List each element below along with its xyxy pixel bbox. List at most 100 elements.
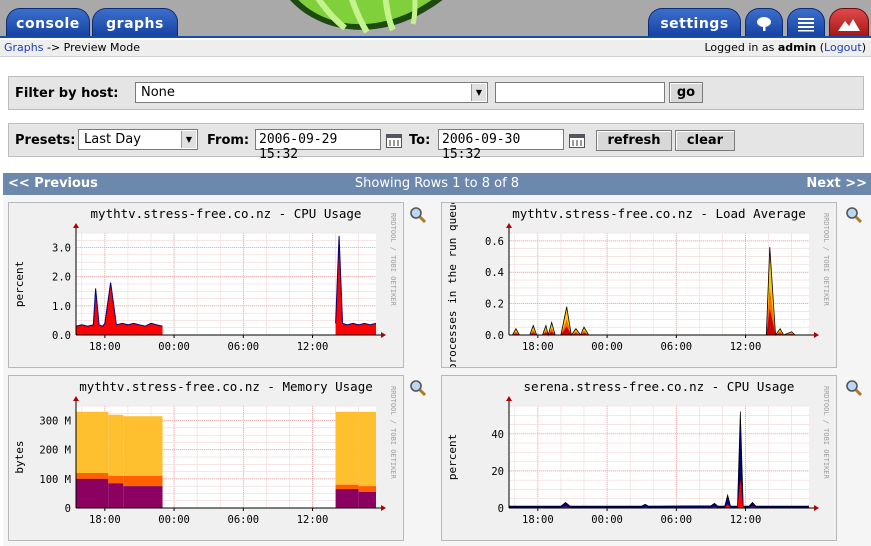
memory-buffers-bar (123, 475, 163, 487)
y-tick-label: 2.0 (52, 272, 71, 284)
pager-status: Showing Rows 1 to 8 of 8 (354, 176, 520, 191)
graph-image: mythtv.stress-free.co.nz - Load Average R… (446, 198, 830, 370)
breadcrumb-current: Preview Mode (63, 41, 140, 54)
memory-used-bar (76, 478, 109, 508)
host-text-input[interactable] (495, 82, 665, 103)
x-tick-label: 06:00 (228, 514, 260, 526)
x-tick-label: 06:00 (661, 341, 693, 353)
y-tick-label: 1.0 (52, 301, 71, 313)
x-tick-label: 00:00 (158, 514, 190, 526)
from-date-input[interactable]: 2006-09-29 15:32 (255, 129, 381, 162)
from-calendar-icon[interactable] (386, 134, 402, 148)
graph-watermark: RRDTOOL / TOBI OETIKER (389, 386, 397, 480)
to-calendar-icon[interactable] (569, 134, 585, 148)
graph-title: mythtv.stress-free.co.nz - Memory Usage (79, 379, 373, 394)
to-date-input[interactable]: 2006-09-30 15:32 (438, 129, 564, 162)
zoom-icon[interactable] (845, 379, 863, 397)
graph-image: mythtv.stress-free.co.nz - Memory Usage R… (13, 379, 397, 526)
pager-bar: << Previous Showing Rows 1 to 8 of 8 Nex… (3, 173, 871, 195)
clear-button[interactable]: clear (675, 130, 735, 151)
top-header: console graphs settings (0, 0, 871, 38)
tab-tree-view[interactable] (745, 8, 783, 36)
y-axis-arrow (73, 396, 79, 401)
tab-list-view[interactable] (787, 8, 825, 36)
from-label: From: (207, 133, 250, 148)
x-axis-arrow (381, 505, 386, 511)
graph-ylabel: percent (13, 261, 26, 307)
memory-used-bar (358, 491, 376, 508)
tab-graphs[interactable]: graphs (92, 8, 178, 36)
memory-buffers-bar (358, 486, 376, 492)
plot-background (509, 406, 809, 508)
tab-preview-view[interactable] (829, 8, 869, 36)
y-axis-arrow (506, 396, 512, 401)
breadcrumb-graphs-link[interactable]: Graphs (4, 41, 43, 54)
graph-image: mythtv.stress-free.co.nz - CPU Usage RRDT… (13, 206, 397, 353)
zoom-icon[interactable] (409, 379, 427, 397)
memory-cached-bar (358, 411, 376, 487)
y-tick-label: 0.0 (485, 330, 504, 342)
graph-card[interactable]: mythtv.stress-free.co.nz - Memory Usage R… (8, 375, 404, 541)
cacti-logo-leaf-icon (290, 0, 443, 34)
breadcrumb: Graphs -> Preview Mode (4, 41, 140, 54)
x-tick-label: 18:00 (89, 514, 121, 526)
x-tick-label: 12:00 (730, 341, 762, 353)
x-tick-label: 18:00 (89, 341, 121, 353)
graph-card[interactable]: mythtv.stress-free.co.nz - Load Average R… (441, 198, 837, 370)
host-select[interactable]: None ▼ (135, 82, 488, 103)
graph-card[interactable]: mythtv.stress-free.co.nz - CPU Usage RRDT… (8, 202, 404, 368)
x-tick-label: 12:00 (297, 341, 329, 353)
y-tick-label: 0.6 (485, 236, 504, 248)
graph-image: serena.stress-free.co.nz - CPU Usage RRDT… (446, 379, 830, 526)
graph-ylabel: bytes (13, 440, 26, 473)
tab-console[interactable]: console (6, 8, 90, 36)
memory-used-bar (123, 486, 163, 508)
graph-watermark: RRDTOOL / TOBI OETIKER (822, 386, 830, 480)
graph-title: mythtv.stress-free.co.nz - CPU Usage (91, 206, 362, 221)
graph-watermark: RRDTOOL / TOBI OETIKER (822, 213, 830, 307)
x-tick-label: 12:00 (730, 514, 762, 526)
y-tick-label: 0 (498, 503, 504, 515)
zoom-icon[interactable] (845, 206, 863, 224)
y-tick-label: 100 M (39, 474, 71, 486)
memory-buffers-bar (108, 475, 124, 484)
chevron-down-icon: ▼ (471, 84, 486, 101)
breadcrumb-separator: -> (46, 41, 61, 54)
y-tick-label: 3.0 (52, 243, 71, 255)
chevron-down-icon: ▼ (181, 131, 196, 148)
presets-select[interactable]: Last Day ▼ (78, 129, 198, 150)
x-axis-arrow (381, 332, 386, 338)
breadcrumb-bar: Graphs -> Preview Mode Logged in as admi… (0, 40, 871, 57)
zoom-icon[interactable] (409, 206, 427, 224)
graph-title: mythtv.stress-free.co.nz - Load Average (512, 206, 806, 221)
graph-ylabel: processes in the run queue (446, 203, 459, 367)
list-icon (798, 17, 814, 31)
tab-settings[interactable]: settings (648, 8, 741, 36)
y-tick-label: 0 (65, 503, 71, 515)
y-tick-label: 0.4 (485, 267, 504, 279)
x-tick-label: 18:00 (522, 341, 554, 353)
x-tick-label: 06:00 (228, 341, 260, 353)
memory-cached-bar (108, 414, 124, 476)
next-page-link[interactable]: Next >> (806, 176, 867, 191)
y-tick-label: 200 M (39, 445, 71, 457)
y-axis-arrow (506, 223, 512, 228)
graph-ylabel: percent (446, 434, 459, 480)
y-tick-label: 0.0 (52, 330, 71, 342)
go-button[interactable]: go (669, 82, 703, 103)
x-tick-label: 06:00 (661, 514, 693, 526)
logout-link[interactable]: Logout (824, 41, 862, 54)
y-tick-label: 300 M (39, 416, 71, 428)
refresh-button[interactable]: refresh (596, 130, 672, 151)
presets-label: Presets: (15, 133, 76, 148)
memory-buffers-bar (76, 473, 109, 479)
y-tick-label: 40 (491, 429, 504, 441)
login-username: admin (777, 41, 817, 54)
x-tick-label: 00:00 (591, 514, 623, 526)
host-filter-label: Filter by host: (15, 86, 119, 101)
graph-title: serena.stress-free.co.nz - CPU Usage (524, 379, 795, 394)
graph-card[interactable]: serena.stress-free.co.nz - CPU Usage RRDT… (441, 375, 837, 541)
timespan-panel: Presets: Last Day ▼ From: 2006-09-29 15:… (8, 123, 864, 162)
graph-grid: mythtv.stress-free.co.nz - CPU Usage RRDT… (3, 195, 871, 546)
y-tick-label: 0.2 (485, 299, 504, 311)
